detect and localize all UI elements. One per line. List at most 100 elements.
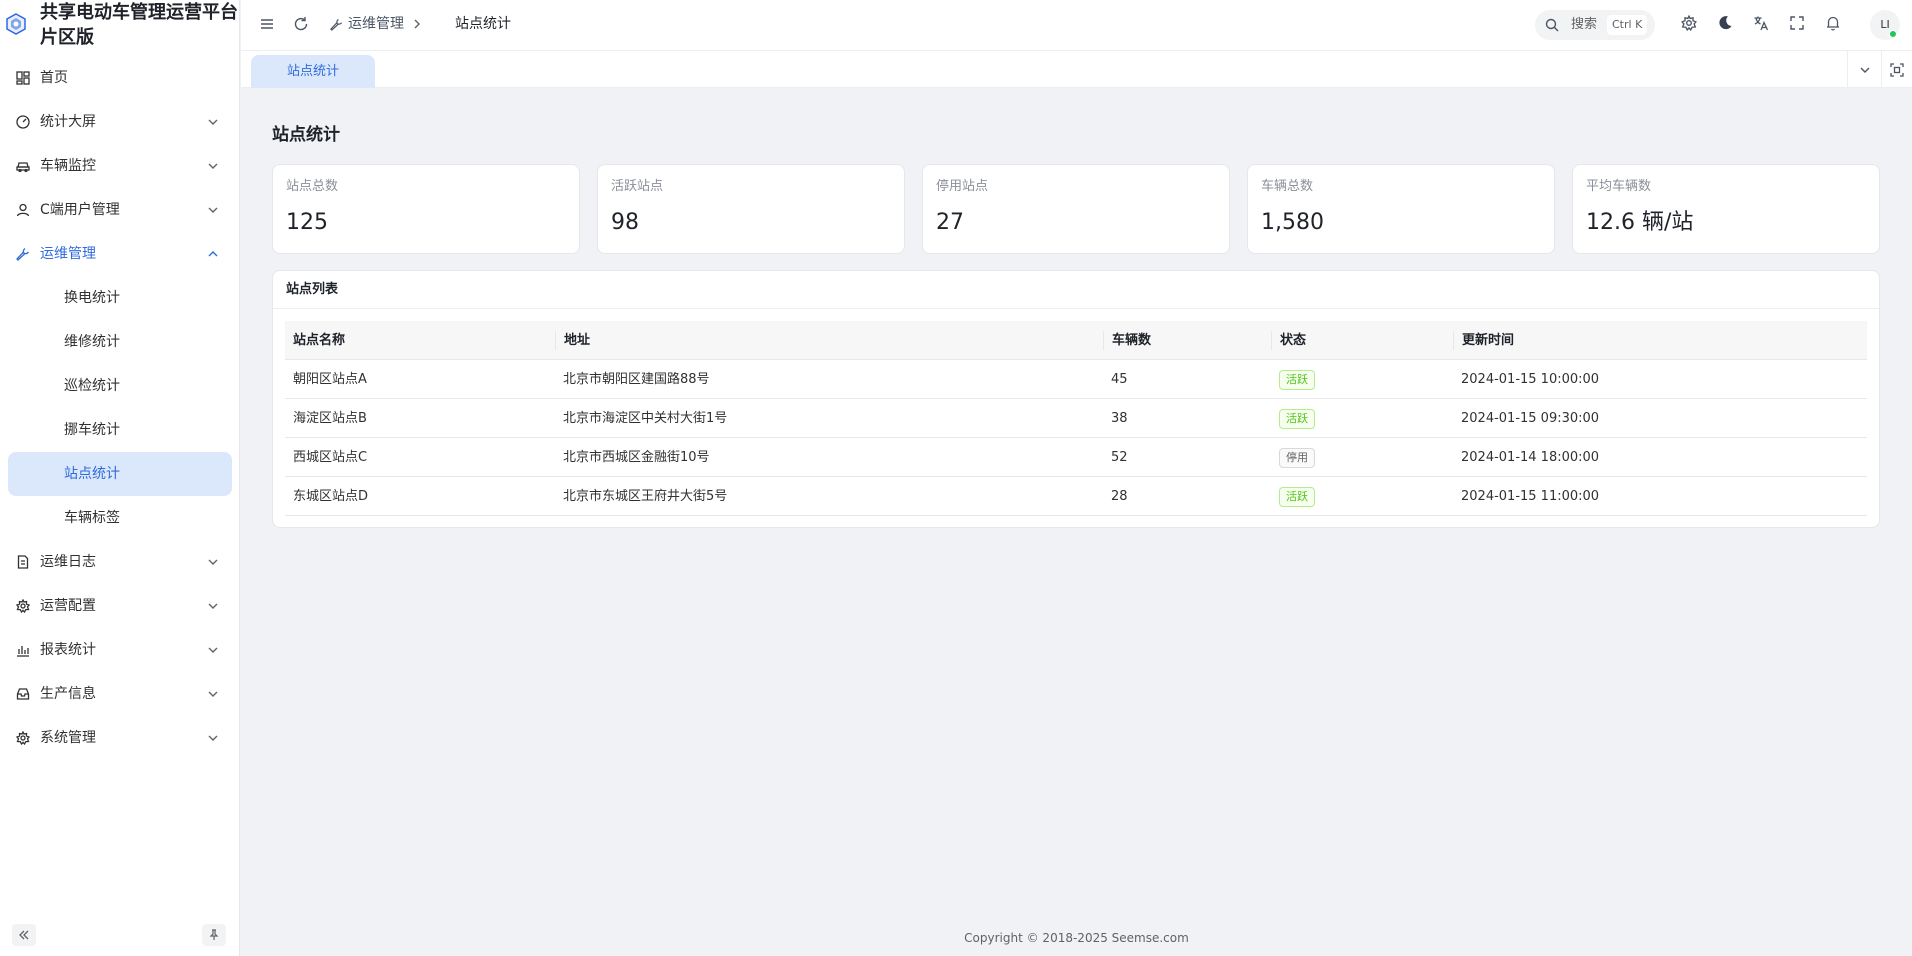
stat-value: 125 [286,210,328,235]
column-header-name[interactable]: 站点名称 [285,321,345,360]
sidebar-item-label: 首页 [40,70,68,86]
menu-toggle-icon[interactable] [258,15,276,33]
sidebar-item-label: 系统管理 [40,730,96,746]
sidebar-item-stats-screen[interactable]: 统计大屏 [0,100,240,144]
dashboard-icon [16,71,30,85]
chevron-up-icon [208,249,218,259]
cell-vehicles: 38 [1111,411,1128,426]
cell-status: 活跃 [1271,477,1315,516]
sidebar-subitem-repair[interactable]: 维修统计 [0,320,240,364]
search-icon [1545,18,1559,32]
search-shortcut-hint: Ctrl K [1607,15,1648,35]
tabs-dropdown-button[interactable] [1847,51,1881,88]
column-header-address[interactable]: 地址 [555,331,590,350]
stat-label: 活跃站点 [611,179,664,194]
column-header-updated[interactable]: 更新时间 [1453,331,1514,350]
gauge-icon [16,115,30,129]
status-badge: 活跃 [1279,408,1315,429]
status-badge: 停用 [1279,447,1315,468]
cell-updated-time: 2024-01-14 18:00:00 [1461,450,1600,465]
table-row[interactable]: 西城区站点C 北京市西城区金融街10号 52 停用 2024-01-14 18:… [285,438,1867,477]
tab-bar: 站点统计 [241,50,1912,88]
stat-card-avg-vehicles: 平均车辆数 12.6 辆/站 [1572,164,1880,254]
column-header-vehicles[interactable]: 车辆数 [1103,331,1151,350]
online-status-dot [1889,30,1897,38]
cell-station-name: 西城区站点C [293,450,368,465]
card-header: 站点列表 [273,271,1879,309]
card-title: 站点列表 [286,282,339,297]
sidebar-item-label: C端用户管理 [40,202,120,218]
table-row[interactable]: 朝阳区站点A 北京市朝阳区建国路88号 45 活跃 2024-01-15 10:… [285,360,1867,399]
sidebar-subitem-label: 巡检统计 [64,378,120,394]
table-row[interactable]: 东城区站点D 北京市东城区王府井大街5号 28 活跃 2024-01-15 11… [285,477,1867,516]
tab-maximize-button[interactable] [1881,51,1912,88]
stat-card-disabled-stations: 停用站点 27 [922,164,1230,254]
notification-bell-icon[interactable] [1825,15,1843,33]
translate-icon[interactable] [1753,15,1771,33]
cell-address: 北京市海淀区中关村大街1号 [563,411,728,426]
fullscreen-icon[interactable] [1789,15,1807,33]
chevron-right-icon [412,19,422,29]
table-row[interactable]: 海淀区站点B 北京市海淀区中关村大街1号 38 活跃 2024-01-15 09… [285,399,1867,438]
page-footer: Copyright © 2018-2025 Seemse.com [964,931,1189,945]
sidebar-subitem-label: 车辆标签 [64,510,120,526]
cell-vehicles: 52 [1111,450,1128,465]
bar-chart-icon [16,643,30,657]
app-title: 共享电动车管理运营平台片区版 [40,2,238,48]
sidebar-item-label: 报表统计 [40,642,96,658]
top-header: 运维管理 站点统计 搜索 Ctrl K LI [241,0,1912,50]
sidebar-item-system-management[interactable]: 系统管理 [0,716,240,760]
sidebar-item-ops-config[interactable]: 运营配置 [0,584,240,628]
breadcrumb-current-page: 站点统计 [455,16,511,32]
stat-label: 站点总数 [286,179,339,194]
sidebar-subitem-station-stats[interactable]: 站点统计 [8,452,232,496]
sidebar-item-label: 车辆监控 [40,158,96,174]
pin-icon [208,929,220,941]
sidebar-item-label: 运营配置 [40,598,96,614]
sidebar-footer [0,916,240,956]
cell-address: 北京市东城区王府井大街5号 [563,489,728,504]
cell-vehicles: 28 [1111,489,1128,504]
cell-updated-time: 2024-01-15 09:30:00 [1461,411,1600,426]
sidebar-item-ops-management[interactable]: 运维管理 [0,232,240,276]
sidebar-item-production-info[interactable]: 生产信息 [0,672,240,716]
sidebar-item-reports[interactable]: 报表统计 [0,628,240,672]
sidebar-subitem-battery-swap[interactable]: 换电统计 [0,276,240,320]
sidebar-subitem-vehicle-tags[interactable]: 车辆标签 [0,496,240,540]
sidebar-item-vehicle-monitor[interactable]: 车辆监控 [0,144,240,188]
chevron-down-icon [208,557,218,567]
cell-status: 活跃 [1271,360,1315,399]
collapse-sidebar-button[interactable] [12,924,36,946]
global-search[interactable]: 搜索 Ctrl K [1535,10,1655,40]
settings-gear-icon[interactable] [1681,15,1699,33]
sidebar-subitem-inspection[interactable]: 巡检统计 [0,364,240,408]
dark-mode-moon-icon[interactable] [1717,15,1735,33]
tab-station-stats[interactable]: 站点统计 [251,55,375,88]
column-header-status[interactable]: 状态 [1271,331,1306,350]
stat-card-total-vehicles: 车辆总数 1,580 [1247,164,1555,254]
logo-icon [6,13,26,35]
inbox-icon [16,687,30,701]
sidebar-item-ops-log[interactable]: 运维日志 [0,540,240,584]
pin-sidebar-button[interactable] [202,924,226,946]
sidebar-item-home[interactable]: 首页 [0,56,240,100]
sidebar-subitem-relocation[interactable]: 挪车统计 [0,408,240,452]
station-table: 站点名称 地址 车辆数 状态 更新时间 朝阳区站点A 北京市朝阳区建国路88号 … [285,321,1867,516]
breadcrumb-ops-management[interactable]: 运维管理 [348,14,404,34]
refresh-icon[interactable] [292,15,310,33]
sidebar-subitem-label: 维修统计 [64,334,120,350]
sidebar-subitem-label: 挪车统计 [64,422,120,438]
logo-area: 共享电动车管理运营平台片区版 [0,0,240,50]
document-icon [16,555,30,569]
stat-label: 停用站点 [936,179,989,194]
stat-value: 98 [611,210,639,235]
chevron-down-icon [208,117,218,127]
cell-updated-time: 2024-01-15 11:00:00 [1461,489,1600,504]
cell-station-name: 海淀区站点B [293,411,367,426]
search-placeholder: 搜索 [1571,17,1598,32]
gear-icon [16,599,30,613]
station-list-card: 站点列表 站点名称 地址 车辆数 状态 更新时间 朝阳区站点A 北京市朝阳区建国… [272,270,1880,528]
sidebar-item-c-users[interactable]: C端用户管理 [0,188,240,232]
status-badge: 活跃 [1279,369,1315,390]
sidebar-item-label: 运维管理 [40,246,96,262]
